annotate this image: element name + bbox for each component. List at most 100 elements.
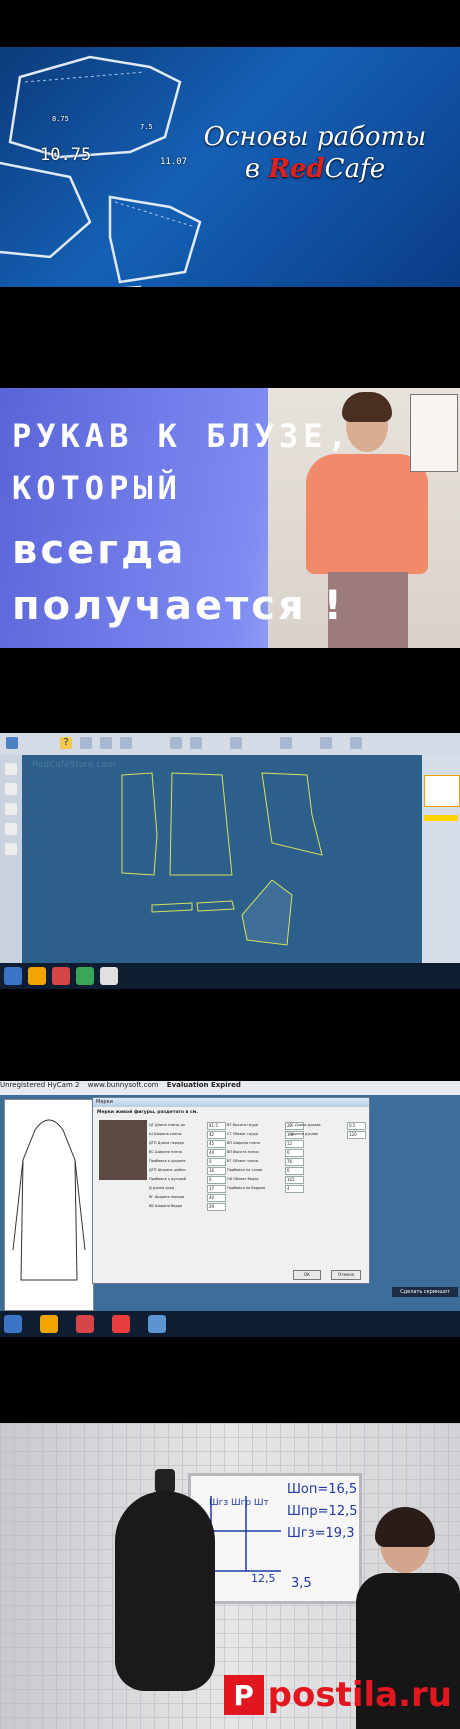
curve-icon[interactable] xyxy=(100,737,112,749)
field-label: ОБ Обхват бедер xyxy=(227,1177,259,1181)
redcafe-icon[interactable] xyxy=(112,1315,130,1333)
cad-canvas[interactable]: RedCafeStore.com xyxy=(22,755,422,963)
postila-logo-mark: P xyxy=(223,1675,264,1715)
pen-icon[interactable] xyxy=(230,737,242,749)
field-label: Прибавка по бедрам xyxy=(227,1186,266,1190)
postila-logo-text: postila.ru xyxy=(267,1675,452,1715)
redo-icon[interactable] xyxy=(320,737,332,749)
field-value-input[interactable]: 17 xyxy=(207,1185,226,1193)
postila-logo[interactable]: P postila.ru xyxy=(223,1675,452,1715)
wb-line2: Шпр=12,5 xyxy=(287,1504,358,1519)
field-value-input[interactable]: 0 xyxy=(285,1149,304,1157)
field-label: Ширина рукава xyxy=(289,1132,318,1136)
point-tool-icon[interactable] xyxy=(5,783,17,795)
browser-icon[interactable] xyxy=(52,967,70,985)
highlight-row[interactable] xyxy=(424,815,458,821)
start-button[interactable] xyxy=(4,967,22,985)
field-label: ВТ Обхват талии xyxy=(227,1159,258,1163)
dart-tool-icon[interactable] xyxy=(5,843,17,855)
field-value-input[interactable]: 0.5 xyxy=(347,1122,366,1130)
field-value-input[interactable]: 0 xyxy=(207,1176,226,1184)
field-label: ВП Ширина плеча xyxy=(227,1141,261,1145)
measurement-photo xyxy=(99,1120,147,1180)
banner-title: Основы работы в RedCafe xyxy=(190,121,440,185)
field-label: ВС Ширина плеча xyxy=(149,1150,182,1154)
field-value-input[interactable]: 6 xyxy=(285,1167,304,1175)
properties-panel xyxy=(422,755,460,963)
blouse-sketch xyxy=(12,1119,86,1281)
field-value-input[interactable]: 12 xyxy=(285,1140,304,1148)
hycam-url: www.bunnysoft.com xyxy=(87,1081,159,1089)
wb-line3: Шгз=19,3 xyxy=(287,1526,355,1541)
app-icon[interactable] xyxy=(6,737,18,749)
measure-a: 11.07 xyxy=(160,157,188,167)
zoom-icon[interactable] xyxy=(350,737,362,749)
skype-icon[interactable] xyxy=(148,1315,166,1333)
wb-nums: 12,5 xyxy=(251,1572,276,1585)
headline-line4: получается ! xyxy=(12,583,345,629)
dress-form xyxy=(115,1469,215,1729)
figure-preview xyxy=(4,1099,94,1311)
field-value-input[interactable]: 40 xyxy=(207,1194,226,1202)
title-prefix: в xyxy=(244,154,269,184)
field-label: ВТ Высота груди xyxy=(227,1123,259,1127)
move-icon[interactable] xyxy=(170,737,182,749)
field-value-input[interactable]: 44 xyxy=(207,1149,226,1157)
field-label: Прибавка к дуговой xyxy=(149,1177,187,1181)
field-label: СС Длина рукава xyxy=(289,1123,321,1127)
field-value-input[interactable]: 42 xyxy=(207,1131,226,1139)
field-value-input[interactable]: 0 xyxy=(207,1158,226,1166)
banner-title-line2: в RedCafe xyxy=(190,153,440,185)
field-label: Прибавка к ширине xyxy=(149,1159,186,1163)
headline-line1: РУКАВ К БЛУЗЕ, xyxy=(12,417,352,455)
field-value-input[interactable]: 76 xyxy=(285,1158,304,1166)
field-label: ВГ Ширина переда xyxy=(149,1195,185,1199)
brand-rest: Cafe xyxy=(324,154,386,184)
mirror-icon[interactable] xyxy=(120,737,132,749)
measurements-dialog: Мерки Мерки живой фигуры, раздетого в см… xyxy=(92,1097,370,1284)
field-value-input[interactable]: 4 xyxy=(285,1185,304,1193)
hycam-eval: Evaluation Expired xyxy=(166,1081,241,1089)
explorer-icon[interactable] xyxy=(28,967,46,985)
field-label: ВБ Ширина бедра xyxy=(149,1204,183,1208)
help-icon[interactable]: ? xyxy=(60,737,72,749)
curve-tool-icon[interactable] xyxy=(5,823,17,835)
start-button-2[interactable] xyxy=(4,1315,22,1333)
measure-b: 8.75 xyxy=(52,115,69,123)
arrow-tool-icon[interactable] xyxy=(5,763,17,775)
field-label: ВП Высота плеча xyxy=(227,1150,259,1154)
rotate-icon[interactable] xyxy=(190,737,202,749)
video-thumbnail-measurements[interactable]: Unregistered HyCam 2 www.bunnysoft.com E… xyxy=(0,1081,460,1337)
field-value-input[interactable]: 29 xyxy=(207,1203,226,1211)
video-thumbnail-whiteboard[interactable]: Шоп=16,5 Шпр=12,5 Шгз=19,3 Шгз Шгр Шт 12… xyxy=(0,1423,460,1729)
cad-app-icon[interactable] xyxy=(100,967,118,985)
line-tool-icon[interactable] xyxy=(5,803,17,815)
cancel-button[interactable]: Отмена xyxy=(331,1270,361,1280)
model-blouse xyxy=(306,454,428,574)
field-label: Прибавка по талии xyxy=(227,1168,263,1172)
undo-icon[interactable] xyxy=(280,737,292,749)
field-value-input[interactable]: 120 xyxy=(347,1131,366,1139)
banner-title-line1: Основы работы xyxy=(203,122,427,152)
field-value-input[interactable]: 16 xyxy=(207,1167,226,1175)
field-label: ДТП Длина переда xyxy=(149,1141,184,1145)
field-value-input[interactable]: 41.5 xyxy=(207,1122,226,1130)
dialog-subtitle: Мерки живой фигуры, раздетого в см. xyxy=(97,1110,199,1115)
pattern-pieces xyxy=(121,772,323,946)
ruler-icon[interactable] xyxy=(80,737,92,749)
video-thumbnail-sleeve[interactable]: РУКАВ К БЛУЗЕ, КОТОРЫЙ всегда получается… xyxy=(0,388,460,648)
hycam-banner: Unregistered HyCam 2 www.bunnysoft.com E… xyxy=(0,1081,460,1095)
folder-icon[interactable] xyxy=(40,1315,58,1333)
instructor-hair xyxy=(375,1507,435,1547)
field-label: СТ Обхват груди xyxy=(227,1132,258,1136)
video-thumbnail-cad[interactable]: ? RedCafeStore.com xyxy=(0,733,460,989)
video-thumbnail-redcafe[interactable]: 10.75 11.07 8.75 7.5 Основы работы в Red… xyxy=(0,47,460,287)
ok-button[interactable]: ОК xyxy=(293,1270,321,1280)
opera-icon[interactable] xyxy=(76,1315,94,1333)
bodice-sketch xyxy=(410,394,458,472)
field-value-input[interactable]: 102 xyxy=(285,1176,304,1184)
notification-toast[interactable]: Сделать скриншот xyxy=(392,1287,458,1297)
media-icon[interactable] xyxy=(76,967,94,985)
field-value-input[interactable]: 45 xyxy=(207,1140,226,1148)
headline-line3: всегда xyxy=(12,527,187,573)
